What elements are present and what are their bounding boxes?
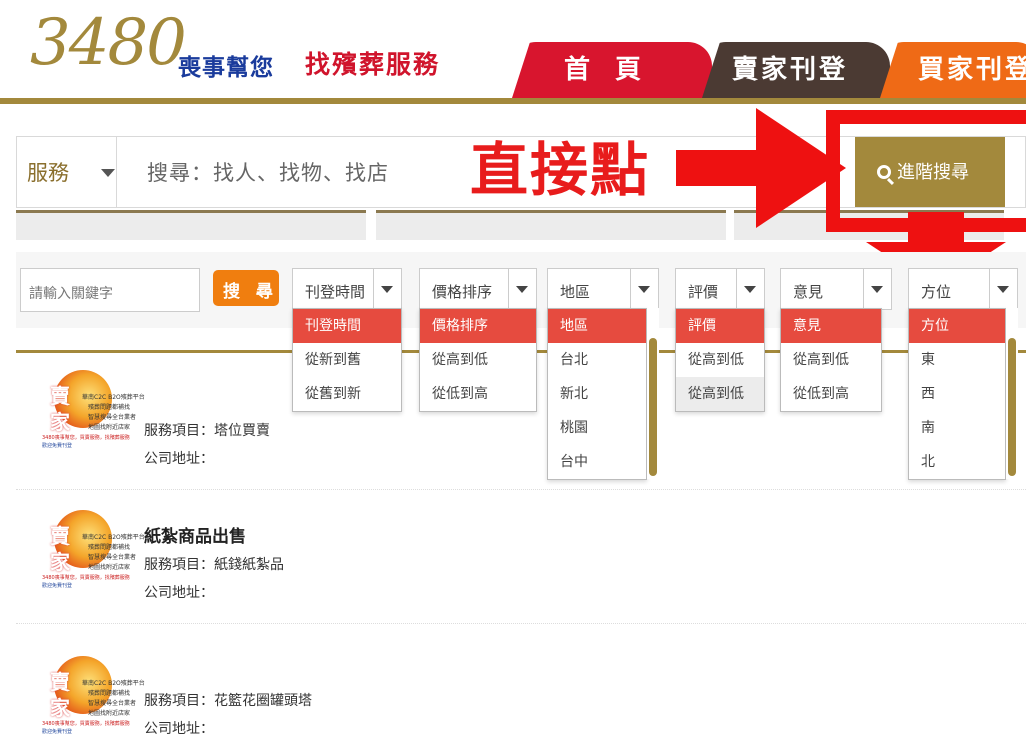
dropdown-price: 價格排序 從高到低 從低到高 [419,308,537,412]
listing-service: 服務項目：花籃花圈罐頭塔 [144,693,312,709]
dropdown-direction: 方位 東 西 南 北 [908,308,1006,480]
nav-tab-buyer-post[interactable]: 買家刊登 [880,42,1026,98]
header-divider [0,98,1026,104]
dropdown-option[interactable]: 從高到低 [676,343,764,377]
sub-bar [376,210,726,240]
dropdown-option[interactable]: 西 [909,377,1005,411]
dropdown-region: 地區 台北 新北 桃園 台中 [547,308,647,480]
filter-search-button[interactable]: 搜 尋 [213,270,279,306]
select-label: 方位 [921,283,952,301]
sub-bar [16,210,366,240]
dropdown-post-time: 刊登時間 從新到舊 從舊到新 [292,308,402,412]
listing-address: 公司地址： [144,451,214,467]
dropdown-option[interactable]: 南 [909,411,1005,445]
nav-tab-seller-post[interactable]: 賣家刊登 [702,42,890,98]
dropdown-option[interactable]: 從高到低 [781,343,881,377]
dropdown-option[interactable]: 評價 [676,309,764,343]
dropdown-region-scrollbar[interactable] [647,308,659,479]
site-header: 3480 喪事幫您 找殯葬服務 首 頁 賣家刊登 買家刊登 [0,0,1026,104]
category-select-value: 服務 [27,161,69,185]
dropdown-option[interactable]: 東 [909,343,1005,377]
page: 3480 喪事幫您 找殯葬服務 首 頁 賣家刊登 買家刊登 服務 搜尋：找人、找… [0,0,1026,746]
chevron-down-icon [744,286,756,293]
keyword-input[interactable]: 請輸入關鍵字 [20,268,200,312]
dropdown-option[interactable]: 地區 [548,309,646,343]
chevron-down-icon [997,286,1009,293]
listing-title[interactable]: 紙紮商品出售 [144,522,246,547]
chevron-down-icon [638,286,650,293]
chevron-down-icon [101,169,115,177]
dropdown-option[interactable]: 意見 [781,309,881,343]
opinion-select[interactable]: 意見 [780,268,892,310]
select-label: 評價 [688,283,719,301]
dropdown-option[interactable]: 從低到高 [781,377,881,411]
chevron-down-icon [381,286,393,293]
dropdown-option[interactable]: 方位 [909,309,1005,343]
annotation-arrow-right-icon [676,108,846,228]
annotation-label: 直接點 [470,136,651,204]
seller-badge-logo: 賣 家 華南C2C B2O殯葬平台 殯葬問題都補找 智慧搜尋全台業者 地圖找附近… [42,656,145,742]
site-tagline-secondary: 找殯葬服務 [305,50,441,79]
dropdown-option[interactable]: 價格排序 [420,309,536,343]
category-select[interactable]: 服務 [17,137,117,207]
dropdown-option[interactable]: 從高到低 [676,377,764,411]
dropdown-option[interactable]: 刊登時間 [293,309,401,343]
select-label: 價格排序 [432,283,493,301]
dropdown-option[interactable]: 北 [909,445,1005,479]
dropdown-option[interactable]: 台北 [548,343,646,377]
dropdown-option[interactable]: 從新到舊 [293,343,401,377]
rating-select[interactable]: 評價 [675,268,765,310]
listing-service: 服務項目：紙錢紙紮品 [144,557,284,573]
seller-badge-logo: 賣 家 華南C2C B2O殯葬平台 殯葬問題都補找 智慧搜尋全台業者 地圖找附近… [42,370,145,456]
dropdown-opinion: 意見 從高到低 從低到高 [780,308,882,412]
listing-item[interactable]: 賣 家 華南C2C B2O殯葬平台 殯葬問題都補找 智慧搜尋全台業者 地圖找附近… [16,624,1026,746]
dropdown-option[interactable]: 從舊到新 [293,377,401,411]
dropdown-option[interactable]: 從低到高 [420,377,536,411]
nav-tab-home[interactable]: 首 頁 [512,42,712,98]
sort-price-select[interactable]: 價格排序 [419,268,537,310]
direction-select[interactable]: 方位 [908,268,1018,310]
select-label: 地區 [560,283,591,301]
dropdown-option[interactable]: 桃園 [548,411,646,445]
site-logo-number[interactable]: 3480 [30,0,187,88]
site-tagline-primary: 喪事幫您 [178,55,274,81]
seller-badge-logo: 賣 家 華南C2C B2O殯葬平台 殯葬問題都補找 智慧搜尋全台業者 地圖找附近… [42,510,145,596]
listing-address: 公司地址： [144,721,214,737]
dropdown-option[interactable]: 新北 [548,377,646,411]
listing-service: 服務項目：塔位買賣 [144,423,270,439]
listing-item[interactable]: 賣 家 華南C2C B2O殯葬平台 殯葬問題都補找 智慧搜尋全台業者 地圖找附近… [16,490,1026,624]
search-input[interactable]: 搜尋：找人、找物、找店 [147,157,389,187]
region-select[interactable]: 地區 [547,268,659,310]
select-label: 刊登時間 [305,283,366,301]
chevron-down-icon [871,286,883,293]
chevron-down-icon [516,286,528,293]
select-label: 意見 [793,283,824,301]
dropdown-direction-scrollbar[interactable] [1006,308,1018,479]
listing-address: 公司地址： [144,585,214,601]
dropdown-rating: 評價 從高到低 從高到低 [675,308,765,412]
sort-post-time-select[interactable]: 刊登時間 [292,268,402,310]
dropdown-option[interactable]: 從高到低 [420,343,536,377]
dropdown-option[interactable]: 台中 [548,445,646,479]
